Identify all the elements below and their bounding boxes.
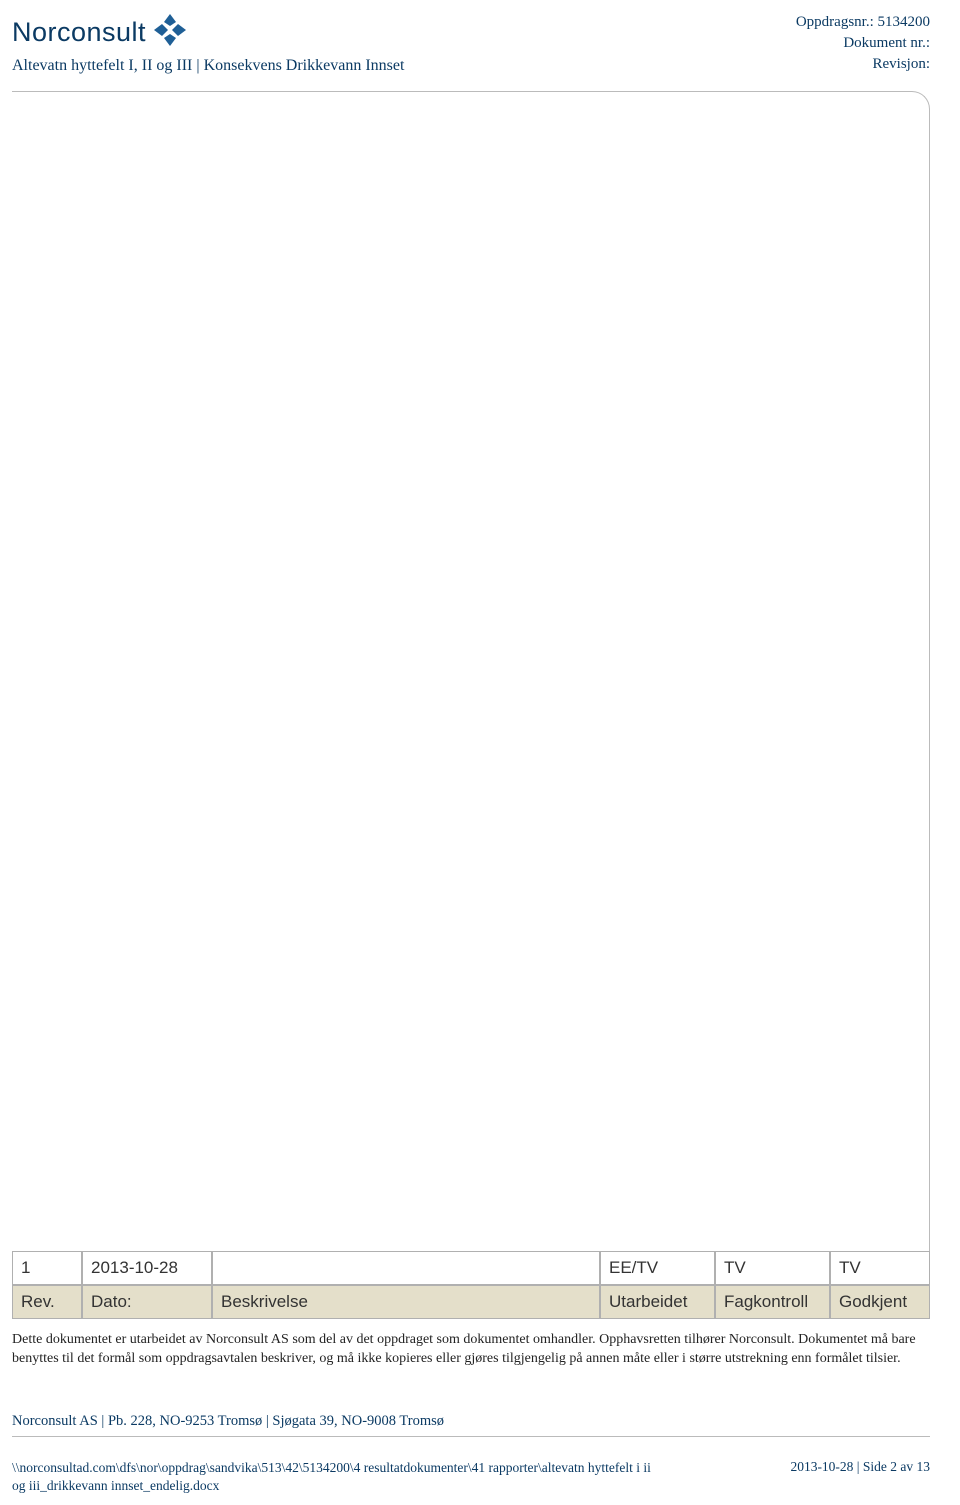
oppdrag-value: 5134200 [878, 14, 931, 30]
header-rev: Rev. [12, 1285, 82, 1319]
revision-table: 1 2013-10-28 EE/TV TV TV Rev. Dato: Besk… [12, 1251, 930, 1319]
dokument-line: Dokument nr.: [796, 33, 930, 54]
header-fagkontroll: Fagkontroll [715, 1285, 830, 1319]
footer-page-info: 2013-10-28 | Side 2 av 13 [790, 1459, 930, 1495]
cell-fagkontroll: TV [715, 1251, 830, 1285]
logo-text: Norconsult [12, 17, 146, 48]
cell-rev: 1 [12, 1251, 82, 1285]
table-header-row: Rev. Dato: Beskrivelse Utarbeidet Fagkon… [12, 1285, 930, 1319]
cell-utarbeidet: EE/TV [600, 1251, 715, 1285]
diamond-icon [152, 12, 188, 53]
oppdrag-label: Oppdragsnr.: [796, 14, 878, 30]
document-subtitle: Altevatn hyttefelt I, II og III | Konsek… [12, 57, 404, 75]
header-utarbeidet: Utarbeidet [600, 1285, 715, 1319]
company-info: Norconsult AS | Pb. 228, NO-9253 Tromsø … [12, 1413, 930, 1437]
header-dato: Dato: [82, 1285, 212, 1319]
header-godkjent: Godkjent [830, 1285, 930, 1319]
header-beskrivelse: Beskrivelse [212, 1285, 600, 1319]
content-area [12, 91, 930, 1251]
header-meta: Oppdragsnr.: 5134200 Dokument nr.: Revis… [796, 12, 930, 75]
table-row: 1 2013-10-28 EE/TV TV TV [12, 1251, 930, 1285]
header-left: Norconsult Altevatn hyttefelt I, II og I… [12, 12, 404, 75]
cell-beskrivelse [212, 1251, 600, 1285]
logo: Norconsult [12, 12, 404, 53]
revisjon-line: Revisjon: [796, 54, 930, 75]
oppdrag-line: Oppdragsnr.: 5134200 [796, 12, 930, 33]
cell-godkjent: TV [830, 1251, 930, 1285]
disclaimer-text: Dette dokumentet er utarbeidet av Norcon… [12, 1331, 930, 1369]
cell-dato: 2013-10-28 [82, 1251, 212, 1285]
page-footer: \\norconsultad.com\dfs\nor\oppdrag\sandv… [12, 1459, 930, 1495]
footer-path: \\norconsultad.com\dfs\nor\oppdrag\sandv… [12, 1459, 652, 1495]
page-header: Norconsult Altevatn hyttefelt I, II og I… [0, 0, 960, 83]
